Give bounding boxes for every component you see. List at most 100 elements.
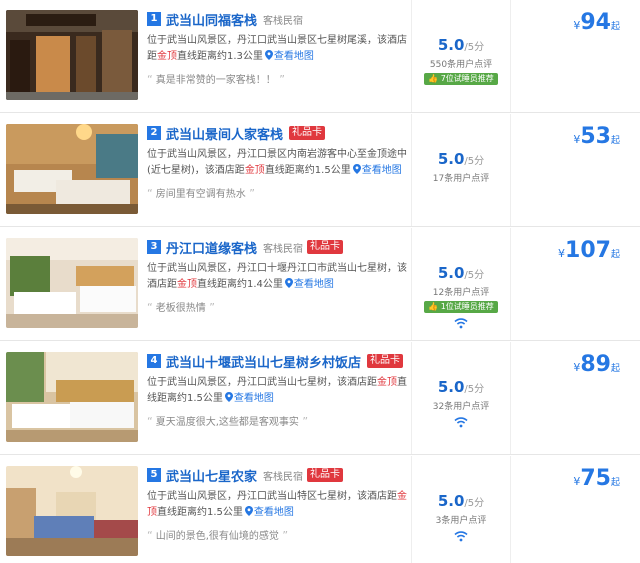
review-snippet: “老板很热情 ” xyxy=(147,301,215,314)
wifi-icon xyxy=(454,318,468,329)
landmark-highlight: 金顶 xyxy=(244,165,265,176)
hotel-title-line: 4 武当山十堰武当山七星树乡村饭店 礼品卡 xyxy=(147,350,409,372)
hotel-info: 3 丹江口道缘客栈 客栈民宿 礼品卡 位于武当山风景区，丹江口十堰丹江口市武当山… xyxy=(147,236,409,314)
rating-column: 5.0/5分 32条用户点评 xyxy=(411,342,511,454)
map-pin-icon xyxy=(264,50,273,60)
hotel-name-link[interactable]: 丹江口道缘客栈 xyxy=(166,238,257,257)
hotel-photo[interactable] xyxy=(6,124,138,214)
hotel-location: 位于武当山风景区，丹江口武当山景区七星树尾溪，该酒店距金顶直线距离约1.3公里查… xyxy=(147,35,407,62)
quote-icon: “ xyxy=(147,187,153,200)
wifi-icon xyxy=(454,531,468,542)
price-column: ¥89起 xyxy=(512,342,640,454)
quote-icon: ” xyxy=(278,529,289,542)
hotel-name-link[interactable]: 武当山七星农家 xyxy=(166,466,257,485)
hotel-photo[interactable] xyxy=(6,10,138,100)
map-pin-icon xyxy=(224,392,233,402)
map-pin-icon xyxy=(352,164,361,174)
price-link[interactable]: ¥107起 xyxy=(558,238,620,263)
view-map-link[interactable]: 查看地图 xyxy=(362,165,402,176)
quote-icon: ” xyxy=(298,415,309,428)
view-map-link[interactable]: 查看地图 xyxy=(234,393,274,404)
gift-card-badge: 礼品卡 xyxy=(307,240,344,254)
price-column: ¥75起 xyxy=(512,456,640,563)
view-map-link[interactable]: 查看地图 xyxy=(274,51,314,62)
landmark-highlight: 金顶 xyxy=(177,279,197,290)
rank-badge: 2 xyxy=(147,126,161,140)
hotel-title-line: 1 武当山同福客栈 客栈民宿 xyxy=(147,8,409,30)
review-snippet: “山间的景色,很有仙境的感觉 ” xyxy=(147,529,289,542)
quote-icon: ” xyxy=(205,301,215,314)
hotel-row[interactable]: 5 武当山七星农家 客栈民宿 礼品卡 位于武当山风景区，丹江口武当山特区七星树，… xyxy=(0,456,640,563)
hotel-type-label: 客栈民宿 xyxy=(263,471,304,483)
gift-card-badge: 礼品卡 xyxy=(367,354,404,368)
rating-score: 5.0/5分 xyxy=(437,150,485,168)
hotel-info: 5 武当山七星农家 客栈民宿 礼品卡 位于武当山风景区，丹江口武当山特区七星树，… xyxy=(147,464,409,542)
rating-score: 5.0/5分 xyxy=(437,492,485,510)
rating-score: 5.0/5分 xyxy=(437,36,485,54)
hotel-photo[interactable] xyxy=(6,238,138,328)
review-snippet: “夏天温度很大,这些都是客观事实 ” xyxy=(147,415,309,428)
hotel-location: 位于武当山风景区，丹江口武当山特区七星树，该酒店距金顶直线距离约1.5公里 查看地… xyxy=(147,491,407,518)
hotel-row[interactable]: 1 武当山同福客栈 客栈民宿 位于武当山风景区，丹江口武当山景区七星树尾溪，该酒… xyxy=(0,0,640,113)
price-link[interactable]: ¥75起 xyxy=(573,466,620,491)
price-link[interactable]: ¥53起 xyxy=(573,124,620,149)
rating-column: 5.0/5分 12条用户点评 👍 1位试睡员推荐 xyxy=(411,228,511,340)
hotel-info: 4 武当山十堰武当山七星树乡村饭店 礼品卡 位于武当山风景区，丹江口武当山七星树… xyxy=(147,350,409,428)
hotel-row[interactable]: 2 武当山景间人家客栈 礼品卡 位于武当山风景区，丹江口景区内南岩游客中心至金顶… xyxy=(0,114,640,227)
view-map-link[interactable]: 查看地图 xyxy=(254,507,294,518)
review-snippet: “真是非常赞的一家客栈！！ ” xyxy=(147,73,285,86)
hotel-location: 位于武当山风景区，丹江口武当山七星树，该酒店距金顶直线距离约1.5公里 查看地图 xyxy=(147,377,407,404)
review-count-link[interactable]: 32条用户点评 xyxy=(412,399,510,412)
price-column: ¥107起 xyxy=(512,228,640,340)
quote-icon: “ xyxy=(147,73,153,86)
rating-column: 5.0/5分 17条用户点评 xyxy=(411,114,511,226)
hotel-type-label: 客栈民宿 xyxy=(263,243,304,255)
price-link[interactable]: ¥89起 xyxy=(573,352,620,377)
hotel-row[interactable]: 3 丹江口道缘客栈 客栈民宿 礼品卡 位于武当山风景区，丹江口十堰丹江口市武当山… xyxy=(0,228,640,341)
hotel-name-link[interactable]: 武当山十堰武当山七星树乡村饭店 xyxy=(166,352,361,371)
rating-score: 5.0/5分 xyxy=(437,264,485,282)
price-column: ¥53起 xyxy=(512,114,640,226)
rank-badge: 5 xyxy=(147,468,161,482)
hotel-info: 1 武当山同福客栈 客栈民宿 位于武当山风景区，丹江口武当山景区七星树尾溪，该酒… xyxy=(147,8,409,86)
review-count-link[interactable]: 550条用户点评 xyxy=(412,57,510,70)
hotel-info: 2 武当山景间人家客栈 礼品卡 位于武当山风景区，丹江口景区内南岩游客中心至金顶… xyxy=(147,122,409,200)
hotel-photo[interactable] xyxy=(6,466,138,556)
hotel-title-line: 5 武当山七星农家 客栈民宿 礼品卡 xyxy=(147,464,409,486)
thumbs-up-icon: 👍 xyxy=(428,74,441,83)
rank-badge: 3 xyxy=(147,240,161,254)
rating-column: 5.0/5分 3条用户点评 xyxy=(411,456,511,563)
review-snippet: “房间里有空调有热水 ” xyxy=(147,187,255,200)
landmark-highlight: 金顶 xyxy=(377,377,397,388)
map-pin-icon xyxy=(244,506,253,516)
price-link[interactable]: ¥94起 xyxy=(573,10,620,35)
quote-icon: ” xyxy=(275,73,285,86)
wifi-icon xyxy=(454,417,468,428)
rank-badge: 1 xyxy=(147,12,161,26)
thumbs-up-icon: 👍 xyxy=(428,302,441,311)
hotel-row[interactable]: 4 武当山十堰武当山七星树乡村饭店 礼品卡 位于武当山风景区，丹江口武当山七星树… xyxy=(0,342,640,455)
tester-recommend-badge[interactable]: 👍 1位试睡员推荐 xyxy=(424,301,498,313)
hotel-title-line: 2 武当山景间人家客栈 礼品卡 xyxy=(147,122,409,144)
gift-card-badge: 礼品卡 xyxy=(307,468,344,482)
rating-score: 5.0/5分 xyxy=(437,378,485,396)
review-count-link[interactable]: 12条用户点评 xyxy=(412,285,510,298)
quote-icon: ” xyxy=(245,187,255,200)
hotel-name-link[interactable]: 武当山景间人家客栈 xyxy=(166,124,283,143)
hotel-name-link[interactable]: 武当山同福客栈 xyxy=(166,10,257,29)
quote-icon: “ xyxy=(147,529,153,542)
rank-badge: 4 xyxy=(147,354,161,368)
hotel-location: 位于武当山风景区，丹江口十堰丹江口市武当山七星树，该酒店距金顶直线距离约1.4公… xyxy=(147,263,407,290)
view-map-link[interactable]: 查看地图 xyxy=(294,279,334,290)
landmark-highlight: 金顶 xyxy=(157,51,177,62)
hotel-type-label: 客栈民宿 xyxy=(263,15,304,27)
quote-icon: “ xyxy=(147,415,153,428)
review-count-link[interactable]: 3条用户点评 xyxy=(412,513,510,526)
map-pin-icon xyxy=(284,278,293,288)
quote-icon: “ xyxy=(147,301,153,314)
hotel-photo[interactable] xyxy=(6,352,138,442)
review-count-link[interactable]: 17条用户点评 xyxy=(412,171,510,184)
rating-column: 5.0/5分 550条用户点评 👍 7位试睡员推荐 xyxy=(411,0,511,112)
gift-card-badge: 礼品卡 xyxy=(289,126,326,140)
tester-recommend-badge[interactable]: 👍 7位试睡员推荐 xyxy=(424,73,498,85)
